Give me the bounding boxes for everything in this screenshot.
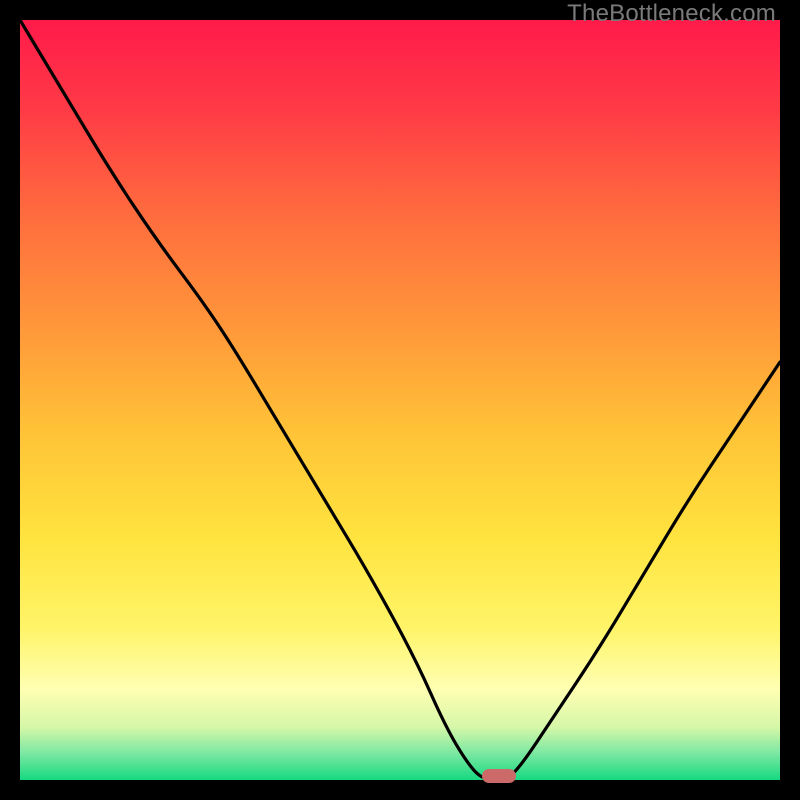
bottleneck-curve [20,20,780,780]
attribution-text: TheBottleneck.com [567,0,776,28]
plot-area [20,20,780,780]
chart-frame: TheBottleneck.com [0,0,800,800]
optimal-marker [482,769,516,783]
